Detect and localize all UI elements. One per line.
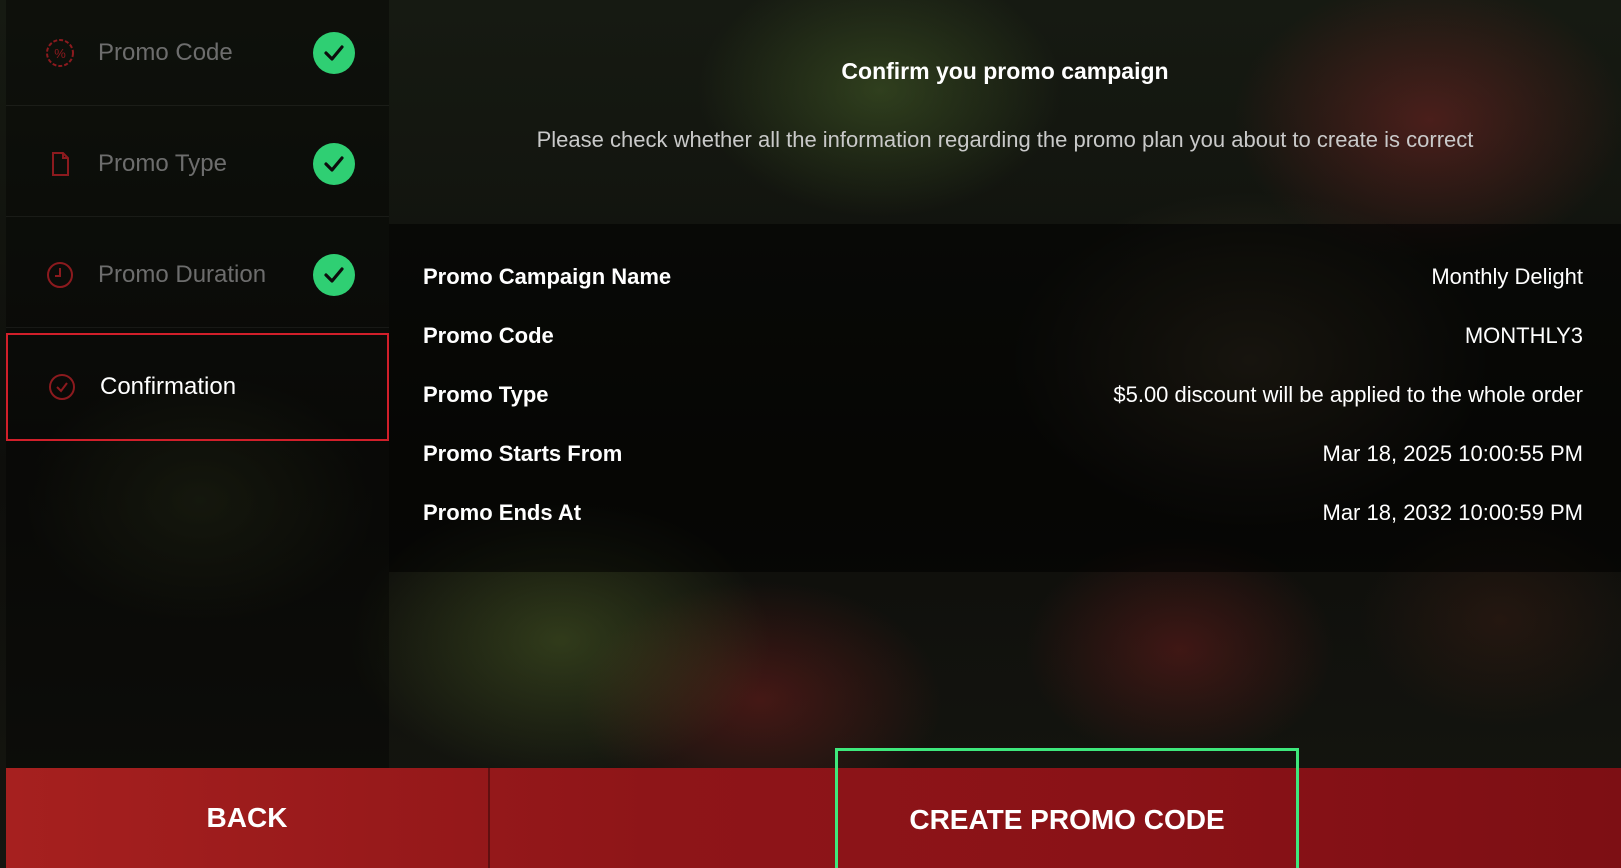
create-promo-code-label: CREATE PROMO CODE [909,803,1225,835]
summary-row: Promo Type $5.00 discount will be applie… [423,375,1583,415]
check-icon [313,31,355,74]
create-promo-code-button[interactable]: CREATE PROMO CODE [835,748,1299,868]
page-subtitle: Please check whether all the information… [536,127,1474,152]
summary-value: MONTHLY3 [1464,323,1583,348]
step-promo-type[interactable]: Promo Type [6,111,389,217]
summary-key: Promo Ends At [423,500,582,525]
step-confirmation[interactable]: Confirmation [6,333,389,441]
check-icon [313,142,355,185]
promo-summary-panel: Promo Campaign Name Monthly Delight Prom… [389,224,1621,572]
step-label: Promo Duration [98,260,267,288]
check-icon [313,253,355,296]
step-promo-code[interactable]: % Promo Code [6,0,389,106]
step-label: Confirmation [100,373,237,400]
summary-key: Promo Code [423,323,554,348]
summary-key: Promo Campaign Name [423,264,672,289]
action-bar: BACK CREATE PROMO CODE [6,748,1621,868]
confirmation-header: Confirm you promo campaign Please check … [389,0,1621,224]
summary-key: Promo Type [423,382,549,407]
document-icon [44,148,76,180]
summary-row: Promo Campaign Name Monthly Delight [423,257,1583,297]
page-title: Confirm you promo campaign [841,58,1169,84]
back-button[interactable]: BACK [6,768,490,868]
step-label: Promo Type [98,149,227,177]
steps-sidebar: % Promo Code Promo Type Promo Duration C… [6,0,389,768]
summary-row: Promo Code MONTHLY3 [423,316,1583,356]
step-promo-duration[interactable]: Promo Duration [6,222,389,328]
summary-row: Promo Ends At Mar 18, 2032 10:00:59 PM [423,493,1583,533]
summary-row: Promo Starts From Mar 18, 2025 10:00:55 … [423,434,1583,474]
check-circle-icon [46,371,78,403]
summary-value: Monthly Delight [1431,264,1583,289]
summary-value: Mar 18, 2025 10:00:55 PM [1322,441,1584,466]
clock-icon [44,259,76,291]
summary-value: Mar 18, 2032 10:00:59 PM [1322,500,1584,525]
summary-key: Promo Starts From [423,441,623,466]
step-label: Promo Code [98,38,233,66]
svg-text:%: % [54,46,66,61]
summary-value: $5.00 discount will be applied to the wh… [1113,382,1583,407]
percent-badge-icon: % [44,37,76,69]
